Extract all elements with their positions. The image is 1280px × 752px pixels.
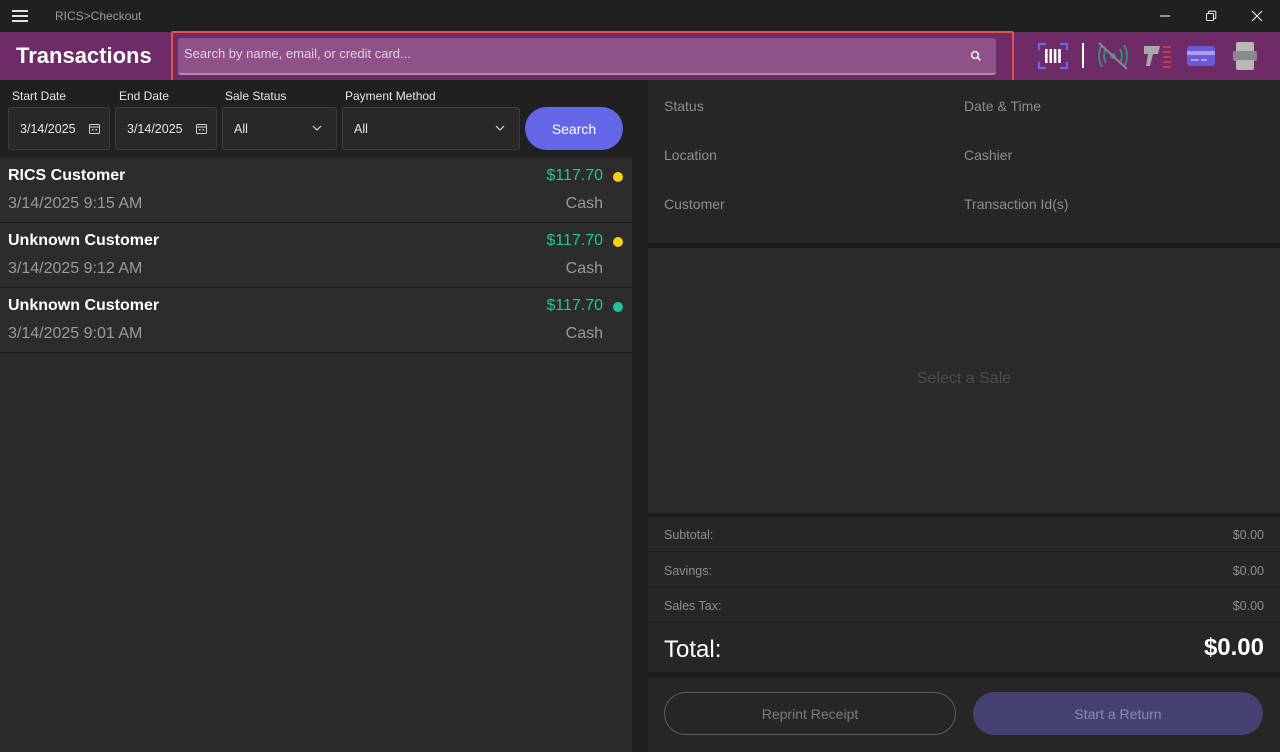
customer-label: Customer	[664, 196, 725, 212]
transaction-row[interactable]: Unknown Customer 3/14/2025 9:01 AM $117.…	[0, 288, 632, 353]
subtotal-row: Subtotal: $0.00	[648, 517, 1280, 552]
customer-name: Unknown Customer	[8, 232, 160, 249]
status-dot	[613, 172, 623, 182]
customer-name: Unknown Customer	[8, 297, 160, 314]
start-return-button[interactable]: Start a Return	[973, 692, 1263, 735]
minimize-icon	[1160, 15, 1170, 17]
location-label: Location	[664, 147, 717, 163]
customer-name: RICS Customer	[8, 167, 126, 184]
total-label: Total:	[664, 636, 722, 663]
totals-panel: Subtotal: $0.00 Savings: $0.00 Sales Tax…	[648, 517, 1280, 676]
restore-icon	[1205, 10, 1217, 22]
transaction-row[interactable]: Unknown Customer 3/14/2025 9:12 AM $117.…	[0, 223, 632, 288]
transaction-amount: $117.70	[546, 232, 603, 249]
close-icon	[1251, 10, 1263, 22]
sale-status-label: Sale Status	[225, 89, 287, 103]
payment-method: Cash	[565, 260, 603, 277]
restore-button[interactable]	[1188, 0, 1234, 32]
cashier-label: Cashier	[964, 147, 1013, 163]
savings-label: Savings:	[664, 564, 712, 578]
app-title: RICS>Checkout	[55, 9, 142, 23]
payment-method-label: Payment Method	[345, 89, 436, 103]
empty-state-message: Select a Sale	[916, 370, 1012, 387]
status-dot	[613, 237, 623, 247]
sales-tax-value: $0.00	[1232, 599, 1264, 613]
payment-method: Cash	[565, 325, 603, 342]
search-icon[interactable]	[970, 50, 982, 62]
chevron-down-icon	[312, 125, 322, 131]
hamburger-menu-icon[interactable]	[12, 10, 28, 22]
line-items-area: Select a Sale	[648, 248, 1280, 513]
transaction-amount: $117.70	[546, 167, 603, 184]
sale-status-value: All	[234, 122, 248, 136]
search-field[interactable]	[178, 38, 996, 75]
panel-divider	[632, 80, 648, 752]
end-date-picker[interactable]: 3/14/2025	[115, 107, 217, 150]
transaction-row[interactable]: RICS Customer 3/14/2025 9:15 AM $117.70 …	[0, 158, 632, 223]
title-bar: RICS>Checkout	[0, 0, 1280, 32]
savings-row: Savings: $0.00	[648, 553, 1280, 588]
transaction-datetime: 3/14/2025 9:15 AM	[8, 195, 143, 212]
transaction-amount: $117.70	[546, 297, 603, 314]
calendar-icon	[196, 124, 207, 134]
payment-method: Cash	[565, 195, 603, 212]
transaction-list: RICS Customer 3/14/2025 9:15 AM $117.70 …	[0, 158, 632, 752]
reprint-receipt-button[interactable]: Reprint Receipt	[664, 692, 956, 735]
start-date-value: 3/14/2025	[20, 122, 76, 136]
transaction-details: Status Date & Time Location Cashier Cust…	[648, 80, 1280, 243]
nfc-disabled-icon[interactable]	[1095, 40, 1131, 72]
subtotal-value: $0.00	[1232, 528, 1264, 542]
page-title: Transactions	[16, 43, 152, 68]
receipt-printer-icon[interactable]	[1230, 40, 1260, 72]
filter-bar: Start Date 3/14/2025 End Date 3/14/2025 …	[0, 80, 632, 158]
status-dot	[613, 302, 623, 312]
calendar-icon	[89, 124, 100, 134]
total-value: $0.00	[1203, 634, 1264, 661]
handheld-scanner-icon[interactable]	[1141, 40, 1175, 72]
sale-status-select[interactable]: All	[222, 107, 337, 150]
payment-method-select[interactable]: All	[342, 107, 520, 150]
payment-method-value: All	[354, 122, 368, 136]
card-reader-icon[interactable]	[1185, 40, 1217, 72]
end-date-value: 3/14/2025	[127, 122, 183, 136]
subtotal-label: Subtotal:	[664, 528, 714, 542]
sales-tax-label: Sales Tax:	[664, 599, 722, 613]
close-button[interactable]	[1234, 0, 1280, 32]
search-button[interactable]: Search	[525, 107, 623, 150]
transaction-id-label: Transaction Id(s)	[964, 196, 1069, 212]
toolbar-divider	[1082, 43, 1084, 68]
barcode-scanner-icon[interactable]	[1036, 40, 1070, 72]
status-label: Status	[664, 98, 704, 114]
chevron-down-icon	[495, 125, 505, 131]
minimize-button[interactable]	[1142, 0, 1188, 32]
action-bar: Reprint Receipt Start a Return	[648, 678, 1280, 752]
sales-tax-row: Sales Tax: $0.00	[648, 588, 1280, 623]
search-input[interactable]	[184, 46, 944, 61]
start-date-label: Start Date	[12, 89, 67, 103]
transaction-datetime: 3/14/2025 9:12 AM	[8, 260, 143, 277]
savings-value: $0.00	[1232, 564, 1264, 578]
start-date-picker[interactable]: 3/14/2025	[8, 107, 110, 150]
datetime-label: Date & Time	[964, 98, 1042, 114]
end-date-label: End Date	[119, 89, 170, 103]
transaction-datetime: 3/14/2025 9:01 AM	[8, 325, 143, 342]
